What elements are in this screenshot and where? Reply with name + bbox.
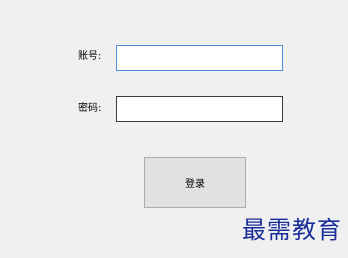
password-label: 密码:	[78, 103, 102, 114]
watermark-logo: 最需教育	[242, 216, 342, 244]
account-input[interactable]	[116, 45, 283, 71]
password-input[interactable]	[116, 96, 283, 122]
account-label: 账号:	[78, 51, 102, 62]
login-button[interactable]: 登录	[144, 157, 246, 208]
